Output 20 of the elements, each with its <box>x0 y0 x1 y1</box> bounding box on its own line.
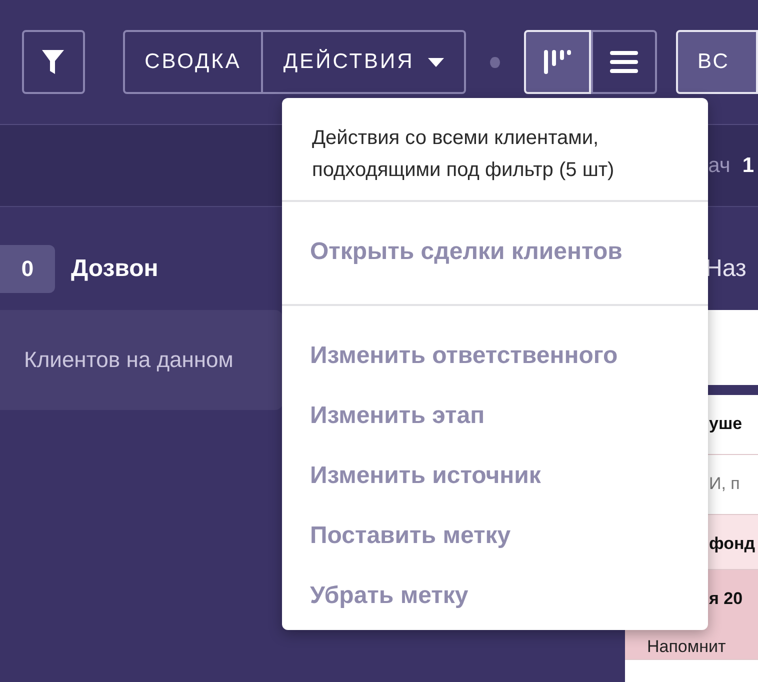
menu-icon <box>610 50 638 74</box>
toolbar-button[interactable]: ВС <box>676 30 758 94</box>
table-cell-text: уше <box>708 413 744 435</box>
table-cell-text: И, п <box>708 473 741 495</box>
table-cell-text: Напомнит <box>646 636 727 658</box>
filter-icon <box>41 49 66 75</box>
table-cell-text: фонд <box>708 533 756 555</box>
columns-icon <box>542 48 572 76</box>
filter-button[interactable] <box>22 30 85 94</box>
column-title: Дозвон <box>71 255 158 283</box>
toolbar-button[interactable]: СВОДКА <box>122 30 264 94</box>
dropdown-button[interactable]: ДЕЙСТВИЯ <box>263 30 466 94</box>
count-badge: 0 <box>0 245 55 293</box>
menu-title: Действия со всеми клиентами, подходящими под фильтр (5 шт) <box>282 98 708 202</box>
status-dot <box>490 56 500 68</box>
summary-label: ач <box>708 154 730 178</box>
summary-value: 1 <box>742 154 754 178</box>
empty-message: Клиентов на данном <box>0 310 283 410</box>
view-toggle-button[interactable] <box>590 30 656 94</box>
table-cell-text: я 20 <box>708 588 744 610</box>
